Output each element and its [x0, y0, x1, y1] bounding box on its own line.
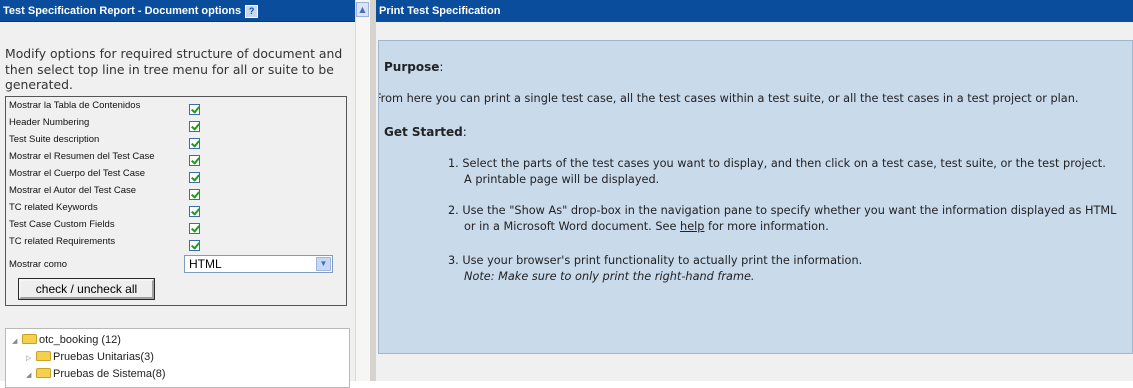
option-label: TC related Requirements — [9, 236, 116, 247]
step-text: Select the parts of the test cases you w… — [462, 157, 1106, 170]
document-options-box: Mostrar la Tabla de Contenidos Header Nu… — [5, 96, 347, 306]
left-panel: Test Specification Report - Document opt… — [0, 0, 355, 388]
folder-icon — [36, 351, 51, 361]
tree-node-root[interactable]: ◢ otc_booking (12) — [12, 332, 121, 348]
option-label: Mostrar la Tabla de Contenidos — [9, 100, 141, 111]
checkbox-suite-description[interactable] — [189, 138, 200, 149]
left-panel-title: Test Specification Report - Document opt… — [3, 5, 242, 17]
help-link[interactable]: help — [680, 220, 704, 233]
checkbox-tc-author[interactable] — [189, 189, 200, 200]
folder-open-icon — [22, 334, 37, 344]
step-text: Use your browser's print functionality t… — [462, 254, 863, 267]
intro-text: Modify options for required structure of… — [5, 46, 343, 92]
folder-open-icon — [36, 368, 51, 378]
get-started-heading: Get Started: — [384, 125, 467, 139]
step-1: 1. Select the parts of the test cases yo… — [448, 156, 1106, 188]
right-panel: Print Test Specification Purpose: From h… — [376, 0, 1133, 381]
checkbox-requirements[interactable] — [189, 240, 200, 251]
check-uncheck-all-button[interactable]: check / uncheck all — [19, 279, 154, 299]
tree-node-unit-tests[interactable]: ▷ Pruebas Unitarias(3) — [26, 349, 154, 365]
checkbox-tc-body[interactable] — [189, 172, 200, 183]
option-label: Test Case Custom Fields — [9, 219, 115, 230]
expanded-arrow-icon[interactable]: ◢ — [26, 368, 36, 384]
right-panel-title: Print Test Specification — [376, 0, 1133, 22]
step-text: Use the "Show As" drop-box in the naviga… — [462, 204, 1117, 217]
step-2: 2. Use the "Show As" drop-box in the nav… — [448, 203, 1116, 235]
option-row-keywords: TC related Keywords — [9, 199, 200, 217]
test-tree: ◢ otc_booking (12) ▷ Pruebas Unitarias(3) … — [5, 328, 350, 388]
purpose-heading-text: Purpose — [384, 60, 440, 74]
chevron-down-icon[interactable]: ▼ — [316, 257, 331, 271]
checkbox-toc[interactable] — [189, 104, 200, 115]
checkbox-header-numbering[interactable] — [189, 121, 200, 132]
help-content: Purpose: From here you can print a singl… — [378, 40, 1133, 354]
option-row-suite-description: Test Suite description — [9, 131, 200, 149]
tree-node-label: otc_booking (12) — [39, 334, 121, 346]
option-label: TC related Keywords — [9, 202, 98, 213]
option-row-custom-fields: Test Case Custom Fields — [9, 216, 200, 234]
step-number: 3. — [448, 254, 459, 267]
option-label: Mostrar el Cuerpo del Test Case — [9, 168, 146, 179]
format-select[interactable]: HTML ▼ — [184, 255, 333, 273]
step-note: Note: Make sure to only print the right-… — [464, 270, 755, 283]
step-number: 1. — [448, 157, 459, 170]
step-text: or in a Microsoft Word document. See — [464, 220, 681, 233]
left-scrollbar[interactable]: ▲ — [355, 0, 370, 381]
checkbox-tc-summary[interactable] — [189, 155, 200, 166]
tree-node-system-tests[interactable]: ◢ Pruebas de Sistema(8) — [26, 366, 166, 382]
expanded-arrow-icon[interactable]: ◢ — [12, 334, 22, 350]
step-text: for more information. — [704, 220, 829, 233]
format-label: Mostrar como — [9, 259, 68, 270]
scroll-up-icon[interactable]: ▲ — [356, 2, 369, 17]
step-3: 3. Use your browser's print functionalit… — [448, 253, 862, 285]
purpose-text: From here you can print a single test ca… — [378, 92, 1079, 105]
checkbox-custom-fields[interactable] — [189, 223, 200, 234]
format-select-value: HTML — [189, 257, 222, 271]
left-panel-title-bar: Test Specification Report - Document opt… — [0, 0, 355, 22]
option-label: Header Numbering — [9, 117, 90, 128]
option-row-requirements: TC related Requirements — [9, 233, 200, 251]
option-row-tc-body: Mostrar el Cuerpo del Test Case — [9, 165, 200, 183]
step-text: A printable page will be displayed. — [464, 173, 660, 186]
checkbox-keywords[interactable] — [189, 206, 200, 217]
heading-colon: : — [462, 125, 467, 139]
option-label: Mostrar el Autor del Test Case — [9, 185, 137, 196]
heading-colon: : — [439, 60, 444, 74]
option-label: Test Suite description — [9, 134, 100, 145]
collapsed-arrow-icon[interactable]: ▷ — [26, 351, 36, 367]
tree-node-label: Pruebas de Sistema(8) — [53, 368, 166, 380]
option-label: Mostrar el Resumen del Test Case — [9, 151, 155, 162]
tree-node-label: Pruebas Unitarias(3) — [53, 351, 154, 363]
get-started-heading-text: Get Started — [384, 125, 463, 139]
option-row-tc-summary: Mostrar el Resumen del Test Case — [9, 148, 200, 166]
option-row-tc-author: Mostrar el Autor del Test Case — [9, 182, 200, 200]
option-row-header-numbering: Header Numbering — [9, 114, 200, 132]
option-row-toc: Mostrar la Tabla de Contenidos — [9, 97, 200, 115]
step-number: 2. — [448, 204, 459, 217]
purpose-heading: Purpose: — [384, 60, 443, 74]
help-icon[interactable]: ? — [245, 4, 259, 18]
